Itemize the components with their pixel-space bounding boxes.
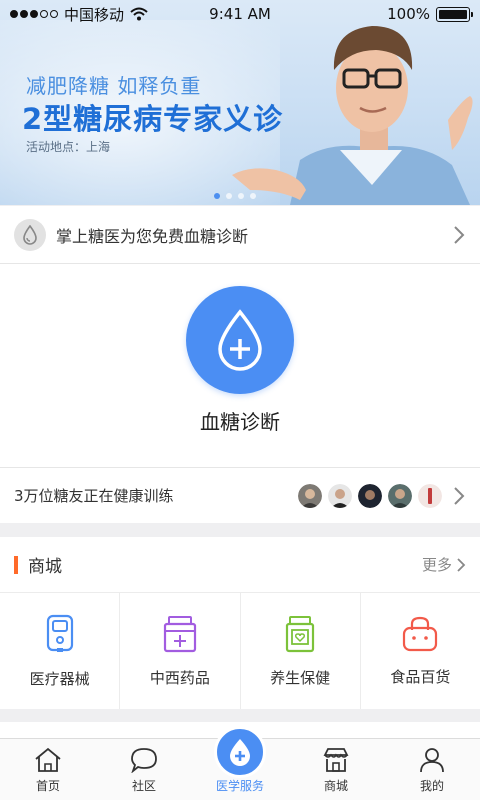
avatar bbox=[358, 483, 382, 508]
person-icon bbox=[420, 748, 444, 773]
mall-item-medical-devices[interactable]: 医疗器械 bbox=[0, 593, 121, 709]
friends-training-row[interactable]: 3万位糖友正在健康训练 bbox=[0, 467, 480, 523]
medicine-jar-icon bbox=[163, 615, 196, 652]
avatar bbox=[418, 483, 442, 508]
blood-drop-icon bbox=[14, 218, 46, 251]
chevron-right-icon bbox=[454, 486, 465, 505]
banner-pagination[interactable] bbox=[214, 193, 256, 199]
tab-mall[interactable]: 商城 bbox=[288, 739, 384, 800]
tab-label: 商城 bbox=[323, 779, 348, 793]
chat-bubble-icon bbox=[131, 748, 157, 773]
mall-more-link[interactable]: 更多 bbox=[422, 554, 466, 575]
banner-doctor-image bbox=[232, 26, 473, 205]
store-icon bbox=[323, 748, 349, 772]
mall-item-label: 养生保健 bbox=[270, 668, 331, 687]
mall-item-label: 医疗器械 bbox=[29, 669, 90, 688]
banner-dot[interactable] bbox=[250, 193, 256, 199]
chevron-right-icon bbox=[454, 225, 465, 244]
carrier-label: 中国移动 bbox=[64, 5, 125, 24]
section-accent-bar bbox=[14, 555, 18, 574]
status-time: 9:41 AM bbox=[209, 5, 271, 23]
mall-item-label: 中西药品 bbox=[149, 668, 210, 687]
status-bar: 中国移动 9:41 AM 100% bbox=[0, 0, 480, 28]
battery-percent: 100% bbox=[387, 5, 430, 23]
medical-service-fab[interactable] bbox=[214, 726, 266, 778]
mall-item-health-care[interactable]: 养生保健 bbox=[241, 593, 361, 709]
banner-dot[interactable] bbox=[226, 193, 232, 199]
glucometer-icon bbox=[46, 614, 73, 652]
mall-section-header: 商城 更多 bbox=[0, 537, 480, 593]
blood-glucose-diagnosis-button[interactable] bbox=[186, 286, 294, 394]
wifi-icon bbox=[130, 7, 148, 21]
blood-drop-plus-icon bbox=[218, 309, 262, 371]
mall-item-food-goods[interactable]: 食品百货 bbox=[361, 593, 480, 709]
tab-label: 我的 bbox=[419, 779, 444, 793]
mall-item-label: 食品百货 bbox=[390, 667, 451, 686]
tab-label: 首页 bbox=[35, 779, 60, 793]
mall-title: 商城 bbox=[28, 557, 62, 577]
avatar bbox=[298, 483, 322, 508]
tab-label: 医学服务 bbox=[215, 779, 264, 793]
app-screen: 减肥降糖 如释负重 2型糖尿病专家义诊 活动地点：上海 中国移动 9:41 AM… bbox=[0, 0, 480, 800]
diagnosis-section: 血糖诊断 bbox=[0, 264, 480, 467]
promo-banner[interactable]: 减肥降糖 如释负重 2型糖尿病专家义诊 活动地点：上海 bbox=[0, 0, 480, 205]
avatar bbox=[328, 483, 352, 508]
health-jar-icon bbox=[286, 615, 315, 652]
medical-drop-icon bbox=[230, 739, 250, 766]
shopping-bag-icon bbox=[403, 616, 438, 651]
battery-icon bbox=[436, 6, 473, 22]
friends-text: 3万位糖友正在健康训练 bbox=[14, 487, 174, 505]
mall-category-grid: 医疗器械 中西药品 养生保健 食品百货 bbox=[0, 593, 480, 709]
banner-dot[interactable] bbox=[214, 193, 220, 199]
tab-community[interactable]: 社区 bbox=[96, 739, 192, 800]
diagnosis-label: 血糖诊断 bbox=[200, 410, 280, 434]
free-diagnosis-row[interactable]: 掌上糖医为您免费血糖诊断 bbox=[0, 206, 480, 264]
tab-home[interactable]: 首页 bbox=[0, 739, 96, 800]
tab-profile[interactable]: 我的 bbox=[384, 739, 480, 800]
tab-label: 社区 bbox=[131, 779, 156, 793]
chevron-right-icon bbox=[457, 557, 466, 572]
more-label: 更多 bbox=[421, 556, 452, 574]
mall-item-medicines[interactable]: 中西药品 bbox=[120, 593, 241, 709]
banner-dot[interactable] bbox=[238, 193, 244, 199]
home-icon bbox=[35, 747, 61, 772]
avatar-group bbox=[298, 483, 442, 508]
avatar bbox=[388, 483, 412, 508]
signal-icon bbox=[10, 10, 58, 18]
promo-text: 掌上糖医为您免费血糖诊断 bbox=[56, 226, 249, 246]
